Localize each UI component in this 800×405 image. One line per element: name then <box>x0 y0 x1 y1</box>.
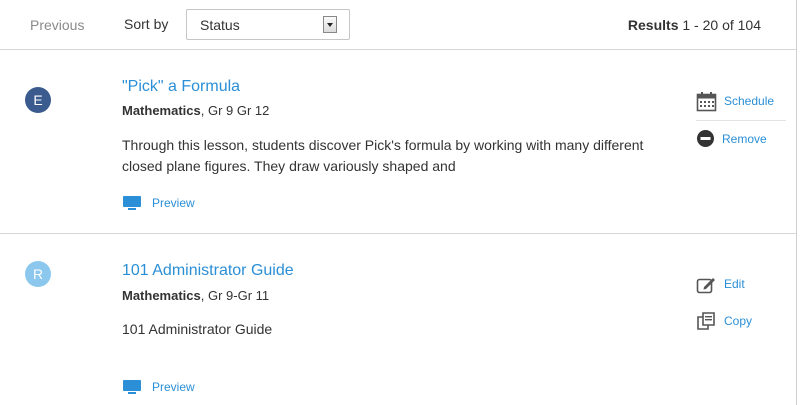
results-header: Previous Sort by Status Results 1 - 20 o… <box>0 0 797 50</box>
preview-link[interactable]: Preview <box>122 379 195 395</box>
results-panel: Previous Sort by Status Results 1 - 20 o… <box>0 0 797 405</box>
monitor-icon <box>123 196 141 210</box>
edit-button[interactable]: Edit <box>696 272 786 296</box>
sort-by-label: Sort by <box>124 16 169 32</box>
minus-circle-icon <box>697 130 714 147</box>
chevron-down-icon[interactable] <box>323 16 337 33</box>
resource-title-link[interactable]: "Pick" a Formula <box>122 78 240 96</box>
sort-select[interactable]: Status <box>186 9 350 40</box>
grade-range: , Gr 9 Gr 12 <box>200 103 270 118</box>
preview-link[interactable]: Preview <box>122 195 195 211</box>
preview-label: Preview <box>152 196 195 210</box>
results-count: Results 1 - 20 of 104 <box>628 17 761 33</box>
row-actions: Schedule Remove <box>696 89 786 150</box>
results-label: Results <box>627 17 679 33</box>
grade-range: , Gr 9-Gr 11 <box>200 288 270 303</box>
subject-label: Mathematics <box>122 288 201 303</box>
subject-label: Mathematics <box>122 103 201 118</box>
results-range: 1 - 20 of 104 <box>682 17 761 33</box>
preview-label: Preview <box>152 380 195 394</box>
list-item: R 101 Administrator Guide Mathematics, G… <box>0 235 797 405</box>
remove-button[interactable]: Remove <box>696 120 786 150</box>
copy-icon <box>697 312 715 330</box>
resource-description: 101 Administrator Guide <box>122 321 273 337</box>
copy-label: Copy <box>724 314 753 328</box>
previous-link[interactable]: Previous <box>30 17 84 33</box>
remove-label: Remove <box>722 131 767 146</box>
resource-meta: Mathematics, Gr 9-Gr 11 <box>122 288 269 303</box>
resource-title-link[interactable]: 101 Administrator Guide <box>122 262 294 280</box>
edit-icon <box>696 277 715 293</box>
list-item: E "Pick" a Formula Mathematics, Gr 9 Gr … <box>0 50 797 234</box>
avatar: E <box>25 87 51 113</box>
calendar-icon <box>696 91 717 111</box>
copy-button[interactable]: Copy <box>696 309 786 333</box>
row-actions: Edit Copy <box>696 272 786 333</box>
edit-label: Edit <box>724 277 745 291</box>
resource-description: Through this lesson, students discover P… <box>122 137 644 174</box>
schedule-button[interactable]: Schedule <box>696 89 786 113</box>
monitor-icon <box>123 380 141 394</box>
schedule-label: Schedule <box>724 94 775 108</box>
resource-meta: Mathematics, Gr 9 Gr 12 <box>122 103 269 118</box>
avatar: R <box>25 261 51 287</box>
sort-select-value: Status <box>200 17 240 33</box>
